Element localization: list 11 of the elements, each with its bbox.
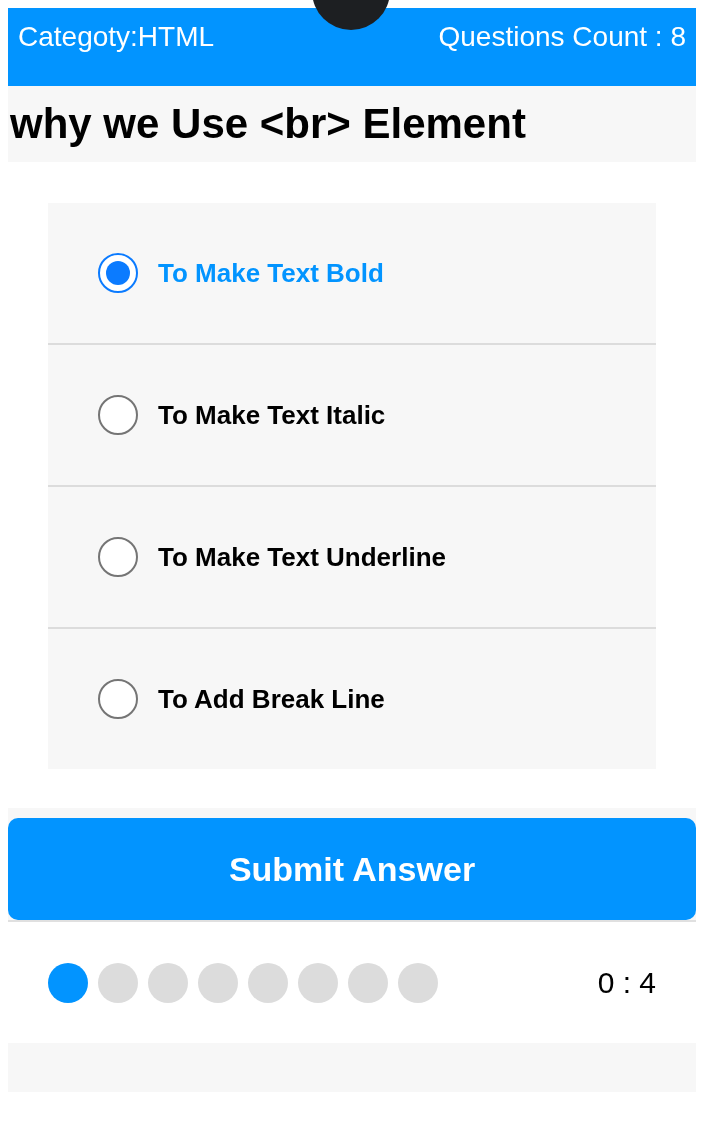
- answer-option[interactable]: To Make Text Underline: [48, 487, 656, 627]
- questions-count: Questions Count : 8: [438, 20, 686, 54]
- category-label: Categoty:HTML: [18, 20, 215, 54]
- radio-button[interactable]: [98, 253, 138, 293]
- answer-option[interactable]: To Make Text Italic: [48, 345, 656, 485]
- score-text: 0 : 4: [597, 964, 656, 1001]
- radio-button[interactable]: [98, 537, 138, 577]
- question-title: why we Use <br> Element: [10, 99, 526, 149]
- radio-button[interactable]: [98, 395, 138, 435]
- radio-button[interactable]: [98, 679, 138, 719]
- answer-option[interactable]: To Add Break Line: [48, 629, 656, 769]
